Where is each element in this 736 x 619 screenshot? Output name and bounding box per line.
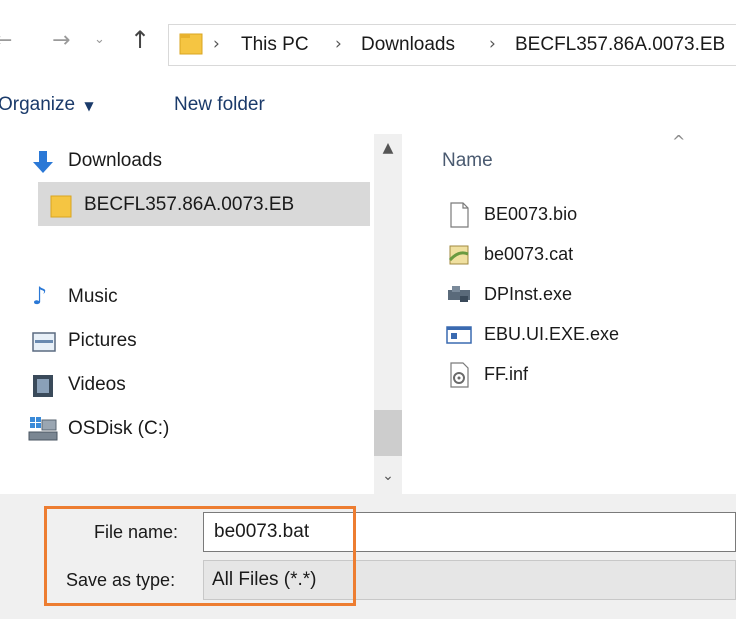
sort-ascending-icon: ^: [672, 132, 686, 151]
file-row[interactable]: BE0073.bio: [442, 198, 732, 232]
nav-item-videos[interactable]: Videos: [0, 366, 374, 404]
installer-icon: [448, 286, 470, 302]
organize-button[interactable]: Organize ▼: [0, 94, 94, 116]
address-row: ← → ⌄ ↑ › This PC › Downloads › BECFL357…: [0, 0, 736, 90]
download-arrow-icon: [33, 151, 53, 173]
breadcrumb-separator-icon: ›: [489, 34, 496, 54]
file-name: be0073.cat: [484, 244, 574, 264]
back-arrow-icon[interactable]: ←: [0, 28, 12, 53]
breadcrumb-separator-icon: ›: [213, 34, 220, 54]
file-row[interactable]: be0073.cat: [442, 238, 732, 272]
breadcrumb-downloads[interactable]: Downloads: [361, 34, 455, 56]
pictures-icon: [32, 332, 56, 352]
file-name: EBU.UI.EXE.exe: [484, 324, 620, 344]
file-list-pane: ^ Name BE0073.bio be0073.cat DPInst.exe …: [402, 132, 736, 494]
up-arrow-icon[interactable]: ↑: [130, 26, 150, 54]
address-bar[interactable]: › This PC › Downloads › BECFL357.86A.007…: [168, 24, 736, 66]
scroll-down-icon[interactable]: ⌄: [374, 468, 402, 484]
nav-item-label: Videos: [68, 374, 126, 395]
videos-icon: [33, 375, 53, 397]
nav-item-pictures[interactable]: Pictures: [0, 322, 374, 360]
breadcrumb-this-pc[interactable]: This PC: [241, 34, 309, 56]
drive-icon: [28, 417, 58, 441]
chevron-down-icon: ▼: [84, 99, 94, 113]
navigation-pane: Downloads BECFL357.86A.0073.EB ♪ Music P…: [0, 134, 374, 494]
highlight-annotation-box: [44, 506, 356, 606]
file-name: FF.inf: [484, 364, 529, 384]
breadcrumb-separator-icon: ›: [335, 34, 342, 54]
music-note-icon: ♪: [32, 282, 48, 310]
nav-item-downloads[interactable]: Downloads: [0, 142, 374, 180]
forward-arrow-icon[interactable]: →: [52, 28, 70, 53]
nav-item-osdisk[interactable]: OSDisk (C:): [0, 410, 374, 448]
file-row[interactable]: DPInst.exe: [442, 278, 732, 312]
nav-item-label: Pictures: [68, 330, 137, 351]
file-row[interactable]: FF.inf: [442, 358, 732, 392]
app-window-icon: [446, 326, 472, 344]
recent-locations-chevron-icon[interactable]: ⌄: [94, 32, 105, 47]
toolbar: Organize ▼ New folder: [0, 90, 736, 134]
breadcrumb-current-folder[interactable]: BECFL357.86A.0073.EB: [515, 34, 725, 56]
file-row[interactable]: EBU.UI.EXE.exe: [442, 318, 732, 352]
scroll-thumb[interactable]: [374, 410, 402, 456]
security-catalog-icon: [448, 245, 469, 265]
scroll-up-icon[interactable]: ▲: [374, 140, 402, 156]
settings-file-icon: [450, 362, 469, 388]
save-options-panel: File name: Save as type: All Files (*.*): [0, 494, 736, 619]
new-folder-button[interactable]: New folder: [174, 94, 265, 116]
folder-icon: [50, 195, 72, 218]
nav-item-music[interactable]: ♪ Music: [0, 278, 374, 316]
nav-item-label: Music: [68, 286, 118, 307]
blank-file-icon: [450, 202, 469, 228]
nav-item-label: OSDisk (C:): [68, 418, 170, 439]
nav-item-label: Downloads: [68, 150, 162, 171]
nav-pane-scrollbar[interactable]: ▲ ⌄: [374, 134, 402, 494]
nav-item-label: BECFL357.86A.0073.EB: [84, 194, 295, 215]
column-header-name[interactable]: Name: [442, 150, 493, 172]
file-name: DPInst.exe: [484, 284, 573, 304]
organize-label: Organize: [0, 94, 76, 115]
folder-icon: [179, 33, 203, 55]
nav-item-becfl-folder[interactable]: BECFL357.86A.0073.EB: [0, 186, 374, 224]
file-name: BE0073.bio: [484, 204, 578, 224]
